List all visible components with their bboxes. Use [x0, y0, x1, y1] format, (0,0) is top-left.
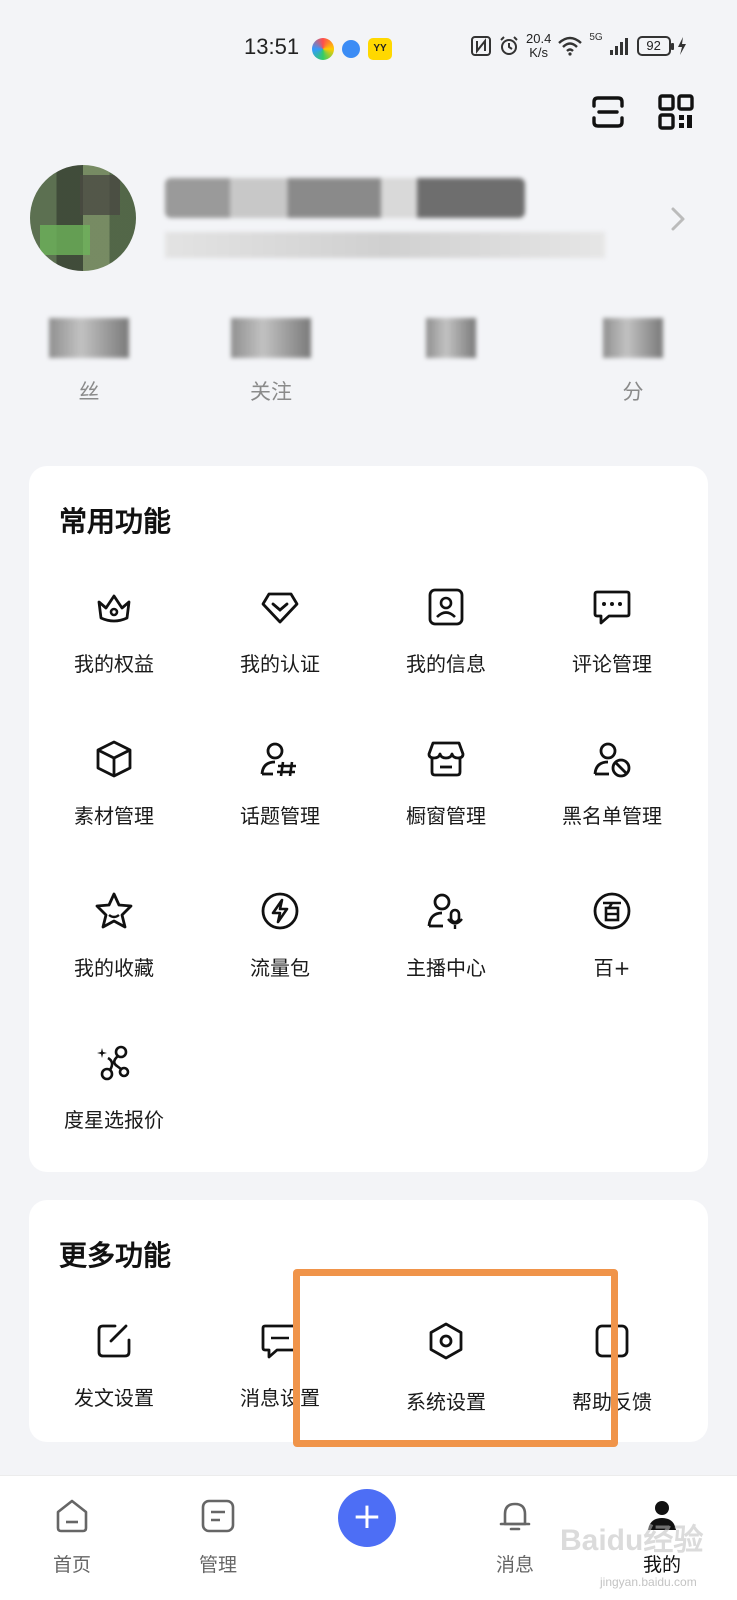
more-functions-title: 更多功能 [59, 1239, 172, 1272]
func-label: 主播中心 [406, 956, 486, 980]
func-label: 流量包 [250, 956, 310, 980]
stat-third[interactable] [376, 318, 526, 376]
star-icon [95, 892, 133, 929]
func-anchor-center[interactable]: 主播中心 [361, 870, 531, 1000]
user-subtitle-blurred [165, 232, 605, 258]
nav-manage[interactable]: 管理 [168, 1496, 268, 1577]
nav-messages[interactable]: 消息 [465, 1496, 565, 1577]
anchor-mic-icon [427, 893, 463, 929]
func-label: 话题管理 [240, 804, 320, 828]
manage-icon [201, 1499, 235, 1533]
stat-label: 丝 [78, 380, 100, 404]
func-label: 我的收藏 [74, 956, 154, 980]
swirl-app-icon [312, 38, 334, 60]
func-showcase-manage[interactable]: 橱窗管理 [361, 718, 531, 848]
func-label: 橱窗管理 [406, 804, 486, 828]
lightning-icon [261, 892, 299, 930]
status-bar: 13:51 YY 20.4 K/s 5G 92 [0, 0, 737, 100]
stat-points[interactable]: 分 [558, 318, 708, 406]
id-card-icon [428, 588, 464, 626]
net-speed-unit: K/s [529, 45, 549, 60]
verify-shield-icon [261, 592, 299, 624]
func-my-benefits[interactable]: 我的权益 [29, 566, 199, 696]
yy-app-icon: YY [368, 38, 392, 60]
func-my-favorites[interactable]: 我的收藏 [29, 870, 199, 1000]
stat-label: 分 [622, 380, 644, 404]
publish-fab-button[interactable]: + [338, 1489, 396, 1547]
nav-label: 消息 [495, 1554, 534, 1576]
chevron-right-icon[interactable] [665, 205, 689, 233]
signal-label: 5G [589, 32, 603, 43]
func-blacklist-manage[interactable]: 黑名单管理 [527, 718, 697, 848]
bai-plus-icon [593, 892, 631, 930]
cube-icon [96, 740, 132, 778]
func-label: 发文设置 [74, 1386, 154, 1410]
battery-indicator: 92 [636, 36, 674, 56]
block-user-icon [593, 742, 631, 778]
alarm-icon [500, 36, 518, 55]
func-bai-plus[interactable]: 百+ [527, 870, 697, 1000]
comment-icon [593, 590, 631, 625]
func-post-settings[interactable]: 发文设置 [29, 1300, 199, 1430]
qrcode-icon[interactable] [656, 92, 696, 132]
func-label: 度星选报价 [64, 1108, 164, 1132]
func-my-info[interactable]: 我的信息 [361, 566, 531, 696]
wifi-icon [558, 36, 583, 56]
func-label: 黑名单管理 [562, 804, 662, 828]
username-blurred[interactable] [165, 178, 525, 218]
watermark-url: jingyan.baidu.com [600, 1575, 697, 1589]
net-speed-value: 20.4 [526, 31, 552, 46]
nav-label: 管理 [198, 1554, 237, 1576]
func-label: 素材管理 [74, 804, 154, 828]
func-label: 我的信息 [406, 652, 486, 676]
status-app-icons: YY [312, 38, 392, 60]
bell-icon [499, 1502, 531, 1531]
stat-fans[interactable]: 丝 [14, 318, 164, 406]
stat-value-blurred [49, 318, 129, 358]
func-topic-manage[interactable]: 话题管理 [195, 718, 365, 848]
edit-icon [97, 1324, 131, 1358]
stat-value-blurred [231, 318, 311, 358]
watermark: Baidu经验 [560, 1524, 704, 1557]
shop-window-icon [427, 741, 465, 777]
signal-bars-icon [609, 38, 628, 55]
crown-icon [97, 594, 131, 623]
net-speed: 20.4 K/s [526, 32, 551, 60]
highlight-box [293, 1269, 618, 1447]
func-comment-manage[interactable]: 评论管理 [527, 566, 697, 696]
blue-app-icon [342, 40, 360, 58]
nfc-icon [471, 36, 491, 56]
func-star-select-quote[interactable]: 度星选报价 [29, 1022, 199, 1152]
func-traffic-pack[interactable]: 流量包 [195, 870, 365, 1000]
func-label: 百+ [593, 956, 631, 980]
scan-icon[interactable] [588, 92, 628, 132]
common-functions-card: 常用功能 我的权益 我的认证 我的信息 评论管理 素材管理 话题管理 橱窗管理 … [29, 466, 708, 1172]
nav-home[interactable]: 首页 [22, 1496, 122, 1577]
stat-value-blurred [426, 318, 476, 358]
home-icon [56, 1499, 88, 1533]
stat-value-blurred [603, 318, 663, 358]
star-select-icon [97, 1045, 130, 1081]
nav-label: 首页 [52, 1554, 91, 1576]
profile-stats: 丝 关注 分 [0, 318, 737, 408]
charging-icon [677, 37, 686, 55]
stat-label: 关注 [250, 380, 292, 404]
common-functions-title: 常用功能 [59, 505, 172, 538]
func-label: 我的权益 [74, 652, 154, 676]
stat-following[interactable]: 关注 [196, 318, 346, 406]
status-right: 20.4 K/s 5G 92 [470, 32, 687, 60]
func-label: 评论管理 [572, 652, 652, 676]
func-material-manage[interactable]: 素材管理 [29, 718, 199, 848]
topic-user-icon [260, 742, 296, 777]
status-time: 13:51 [244, 34, 300, 59]
avatar[interactable] [30, 165, 136, 271]
func-my-verification[interactable]: 我的认证 [195, 566, 365, 696]
func-label: 我的认证 [240, 652, 320, 676]
